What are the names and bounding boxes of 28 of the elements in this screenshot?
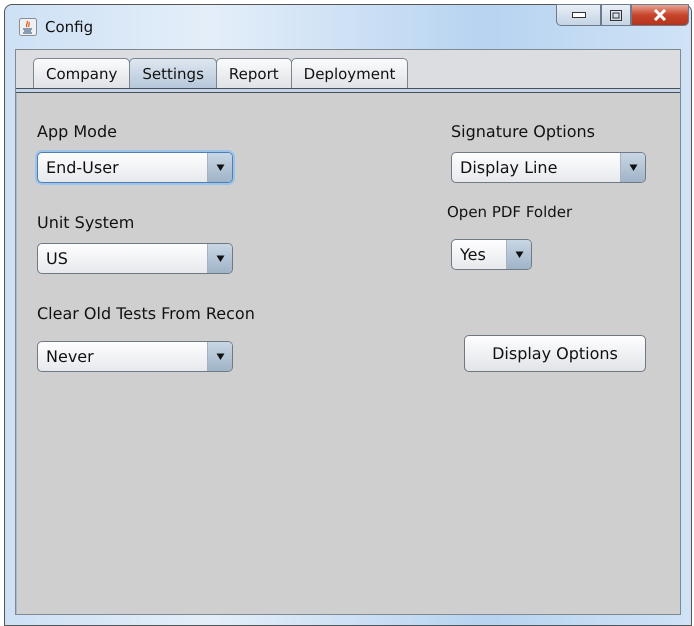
maximize-icon xyxy=(610,10,622,20)
close-button[interactable] xyxy=(631,4,689,26)
dropdown[interactable]: US xyxy=(37,243,233,274)
close-icon xyxy=(653,9,667,21)
field-label: Clear Old Tests From Recon xyxy=(37,304,255,323)
window-title: Config xyxy=(45,18,94,36)
tab[interactable]: Company xyxy=(33,58,130,88)
field-label: Signature Options xyxy=(450,122,596,141)
tab[interactable]: Report xyxy=(216,58,292,88)
dropdown-arrow-icon xyxy=(514,250,524,259)
field-label: App Mode xyxy=(37,122,118,141)
display-options-button[interactable]: Display Options xyxy=(464,335,646,372)
dropdown[interactable]: Never xyxy=(37,341,233,372)
dropdown-arrow-icon xyxy=(216,352,224,361)
dropdown[interactable]: Display Line xyxy=(451,152,646,183)
tab[interactable]: Settings xyxy=(129,58,217,88)
dropdown[interactable]: Yes xyxy=(451,239,532,270)
maximize-button[interactable] xyxy=(601,4,631,26)
minimize-button[interactable] xyxy=(556,4,601,26)
field-label: Unit System xyxy=(37,213,136,232)
dropdown-arrow-icon xyxy=(216,163,224,172)
field-label: Open PDF Folder xyxy=(446,203,574,221)
dropdown-arrow-icon xyxy=(216,254,224,263)
minimize-icon xyxy=(572,12,586,18)
dropdown-arrow-icon xyxy=(628,163,638,172)
tab[interactable]: Deployment xyxy=(290,58,408,88)
dropdown[interactable]: End-User xyxy=(37,152,233,183)
app-icon xyxy=(19,18,37,36)
